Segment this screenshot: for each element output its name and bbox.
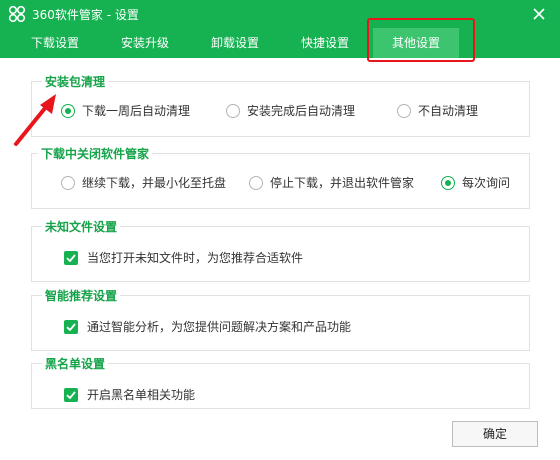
radio-unselected-icon [61, 175, 75, 190]
tab-other-settings[interactable]: 其他设置 [373, 28, 459, 58]
unknown-files-group: 未知文件设置 当您打开未知文件时，为您推荐合适软件 [31, 218, 530, 282]
radio-label: 停止下载，并退出软件管家 [270, 176, 415, 190]
radio-ask-every-time[interactable]: 每次询问 [441, 174, 510, 191]
radio-stop-and-exit[interactable]: 停止下载，并退出软件管家 [249, 174, 414, 191]
radio-label: 每次询问 [462, 176, 511, 190]
smart-recommend-title: 智能推荐设置 [42, 287, 121, 304]
checkbox-smart-analysis[interactable]: 通过智能分析，为您提供问题解决方案和产品功能 [64, 318, 351, 335]
radio-clean-after-install[interactable]: 安装完成后自动清理 [226, 102, 355, 119]
tab-shortcut-settings[interactable]: 快捷设置 [288, 28, 362, 58]
radio-clean-after-week[interactable]: 下载一周后自动清理 [61, 102, 190, 119]
clover-logo-icon [8, 5, 26, 23]
unknown-files-title: 未知文件设置 [42, 218, 121, 235]
tab-uninstall-settings[interactable]: 卸载设置 [198, 28, 272, 58]
blacklist-group: 黑名单设置 开启黑名单相关功能 [31, 355, 530, 409]
cleanup-title: 安装包清理 [42, 73, 109, 90]
checkbox-label: 通过智能分析，为您提供问题解决方案和产品功能 [87, 320, 352, 334]
radio-label: 继续下载，并最小化至托盘 [82, 176, 227, 190]
checkbox-recommend-software[interactable]: 当您打开未知文件时，为您推荐合适软件 [64, 249, 303, 266]
smart-recommend-group: 智能推荐设置 通过智能分析，为您提供问题解决方案和产品功能 [31, 287, 530, 351]
close-icon[interactable] [528, 3, 550, 25]
tab-install-upgrade[interactable]: 安装升级 [108, 28, 182, 58]
tab-bar: 下载设置 安装升级 卸载设置 快捷设置 其他设置 [0, 28, 560, 58]
cleanup-group: 安装包清理 下载一周后自动清理 安装完成后自动清理 不自动清理 [31, 73, 530, 137]
radio-unselected-icon [397, 103, 411, 118]
title-bar: 360软件管家 - 设置 [0, 0, 560, 28]
radio-selected-icon [61, 103, 75, 118]
checkmark-icon [64, 387, 78, 402]
close-during-download-group: 下载中关闭软件管家 继续下载，并最小化至托盘 停止下载，并退出软件管家 每次询问 [31, 145, 530, 209]
blacklist-title: 黑名单设置 [42, 355, 109, 372]
checkmark-icon [64, 319, 78, 334]
radio-label: 下载一周后自动清理 [82, 104, 191, 118]
radio-unselected-icon [226, 103, 240, 118]
close-during-download-title: 下载中关闭软件管家 [38, 145, 153, 162]
radio-selected-icon [441, 175, 455, 190]
radio-label: 安装完成后自动清理 [247, 104, 356, 118]
radio-label: 不自动清理 [418, 104, 479, 118]
radio-continue-minimize[interactable]: 继续下载，并最小化至托盘 [61, 174, 226, 191]
tab-download-settings[interactable]: 下载设置 [18, 28, 92, 58]
checkbox-label: 当您打开未知文件时，为您推荐合适软件 [87, 251, 304, 265]
window-title: 360软件管家 - 设置 [32, 8, 139, 22]
radio-no-auto-clean[interactable]: 不自动清理 [397, 102, 478, 119]
checkbox-enable-blacklist[interactable]: 开启黑名单相关功能 [64, 386, 195, 403]
ok-button[interactable]: 确定 [452, 421, 538, 447]
radio-unselected-icon [249, 175, 263, 190]
checkbox-label: 开启黑名单相关功能 [87, 388, 196, 402]
checkmark-icon [64, 250, 78, 265]
